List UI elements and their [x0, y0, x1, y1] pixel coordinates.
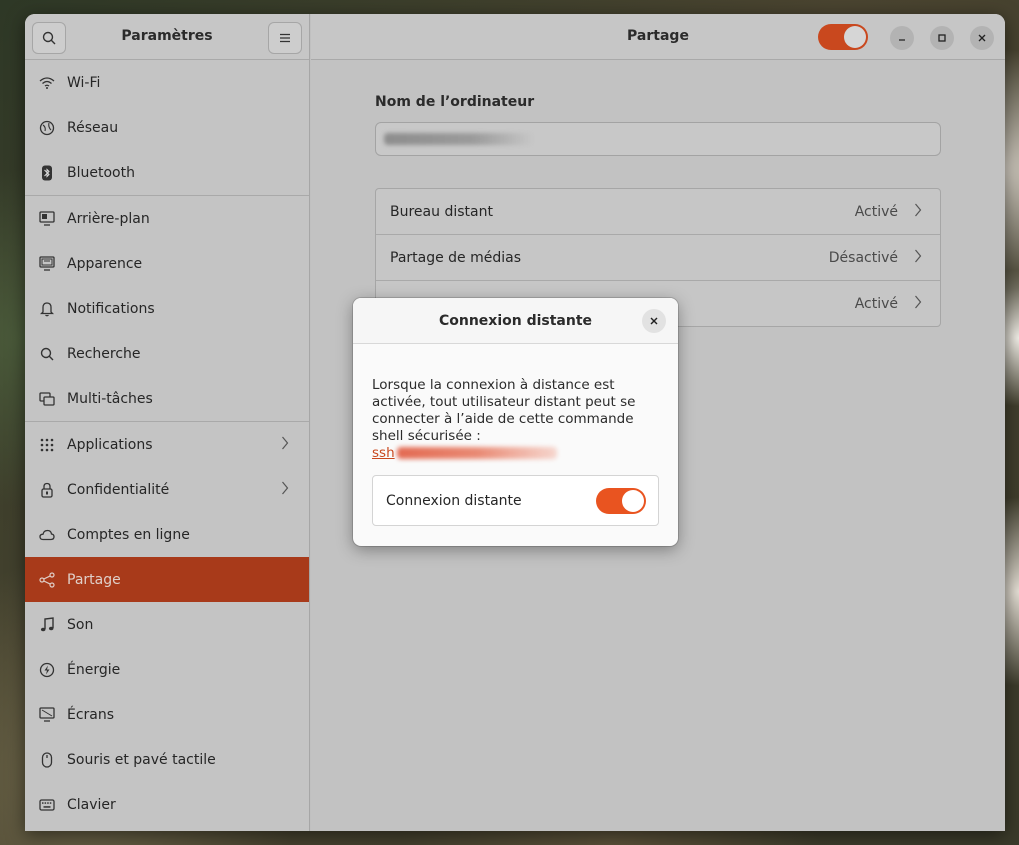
remote-login-dialog: Connexion distante Lorsque la connexion …: [353, 298, 678, 546]
sidebar-item-label: Apparence: [67, 255, 143, 272]
sidebar-list: Wi-Fi Réseau Bluetooth Arrière-plan Appa…: [25, 60, 309, 827]
main-menu-button[interactable]: [268, 22, 302, 54]
status-label: Activé: [854, 203, 898, 220]
sidebar-title: Paramètres: [121, 28, 213, 44]
bluetooth-icon: [39, 165, 55, 181]
sidebar-item-label: Notifications: [67, 300, 155, 317]
row-label: Partage de médias: [390, 249, 522, 266]
remote-desktop-row[interactable]: Bureau distant Activé: [376, 189, 940, 235]
globe-icon: [39, 120, 55, 136]
toggle-knob: [622, 490, 644, 512]
sidebar-header: Paramètres: [25, 14, 309, 60]
chevron-right-icon: [914, 295, 922, 313]
close-icon: [650, 317, 658, 325]
minimize-icon: [899, 39, 905, 41]
redacted-computer-name: [384, 133, 534, 145]
sidebar-item-mouse-touchpad[interactable]: Souris et pavé tactile: [25, 737, 309, 782]
sidebar-item-label: Souris et pavé tactile: [67, 751, 216, 768]
dialog-description: Lorsque la connexion à distance est acti…: [372, 377, 636, 444]
computer-name-input[interactable]: [375, 122, 941, 156]
sidebar-item-search[interactable]: Recherche: [25, 331, 309, 376]
apps-grid-icon: [39, 437, 55, 453]
chevron-right-icon: [281, 436, 289, 454]
sidebar-item-label: Clavier: [67, 796, 116, 813]
sidebar-item-label: Bluetooth: [67, 164, 135, 181]
remote-login-toggle-row: Connexion distante: [372, 475, 659, 526]
maximize-icon: [938, 34, 946, 42]
appearance-icon: [39, 256, 55, 272]
status-label: Activé: [854, 296, 898, 312]
dialog-title: Connexion distante: [438, 313, 593, 329]
close-icon: [978, 34, 986, 42]
close-window-button[interactable]: [970, 26, 994, 50]
sidebar-item-label: Comptes en ligne: [67, 526, 190, 543]
sidebar-item-label: Partage: [67, 571, 121, 588]
toggle-label: Connexion distante: [386, 492, 522, 509]
sidebar-item-background[interactable]: Arrière-plan: [25, 196, 309, 241]
remote-login-switch[interactable]: [596, 488, 646, 514]
ssh-prefix: ssh: [372, 445, 395, 461]
wifi-icon: [39, 75, 55, 91]
sidebar-item-keyboard[interactable]: Clavier: [25, 782, 309, 827]
sidebar-item-appearance[interactable]: Apparence: [25, 241, 309, 286]
sidebar-item-applications[interactable]: Applications: [25, 422, 309, 467]
status-label: Désactivé: [828, 249, 898, 266]
minimize-button[interactable]: [890, 26, 914, 50]
sidebar-item-sound[interactable]: Son: [25, 602, 309, 647]
multitasking-icon: [39, 391, 55, 407]
sidebar-item-label: Recherche: [67, 345, 141, 362]
sidebar-item-label: Applications: [67, 436, 153, 453]
sidebar-item-multitasking[interactable]: Multi-tâches: [25, 376, 309, 421]
dialog-header: Connexion distante: [353, 298, 678, 344]
main-header: Partage: [311, 14, 1005, 60]
sidebar-item-power[interactable]: Énergie: [25, 647, 309, 692]
hamburger-menu-icon: [280, 33, 290, 43]
bell-icon: [39, 301, 55, 317]
sidebar-item-label: Arrière-plan: [67, 210, 150, 227]
sidebar-item-privacy[interactable]: Confidentialité: [25, 467, 309, 512]
chevron-right-icon: [914, 203, 922, 221]
sidebar-item-displays[interactable]: Écrans: [25, 692, 309, 737]
sidebar-item-label: Réseau: [67, 119, 119, 136]
display-background-icon: [39, 211, 55, 227]
toggle-knob: [844, 26, 866, 48]
sidebar-item-wifi[interactable]: Wi-Fi: [25, 60, 309, 105]
dialog-close-button[interactable]: [642, 309, 666, 333]
sidebar-item-network[interactable]: Réseau: [25, 105, 309, 150]
ssh-command-link[interactable]: ssh: [372, 445, 557, 461]
maximize-button[interactable]: [930, 26, 954, 50]
sidebar-item-notifications[interactable]: Notifications: [25, 286, 309, 331]
row-label: Bureau distant: [390, 203, 493, 220]
sidebar-item-label: Écrans: [67, 706, 115, 723]
sidebar-item-label: Énergie: [67, 661, 121, 678]
mouse-icon: [39, 751, 55, 768]
sidebar-item-label: Son: [67, 616, 94, 633]
redacted-ssh-address: [396, 447, 557, 459]
sidebar-item-bluetooth[interactable]: Bluetooth: [25, 150, 309, 195]
search-icon: [39, 346, 55, 362]
chevron-right-icon: [281, 481, 289, 499]
chevron-right-icon: [914, 249, 922, 267]
lock-icon: [39, 482, 55, 498]
sidebar-item-online-accounts[interactable]: Comptes en ligne: [25, 512, 309, 557]
sidebar-item-label: Confidentialité: [67, 481, 170, 498]
sidebar: Paramètres Wi-Fi Réseau Bluetooth Arrièr…: [25, 14, 310, 831]
music-note-icon: [39, 616, 55, 633]
sharing-master-toggle[interactable]: [818, 24, 868, 50]
computer-name-label: Nom de l’ordinateur: [375, 94, 535, 110]
keyboard-icon: [39, 797, 55, 813]
sidebar-item-sharing[interactable]: Partage: [25, 557, 309, 602]
sidebar-item-label: Multi-tâches: [67, 390, 153, 407]
media-sharing-row[interactable]: Partage de médias Désactivé: [376, 235, 940, 281]
sidebar-item-label: Wi-Fi: [67, 74, 101, 91]
cloud-icon: [39, 527, 55, 543]
monitor-icon: [39, 707, 55, 723]
power-icon: [39, 662, 55, 678]
share-icon: [39, 571, 55, 588]
